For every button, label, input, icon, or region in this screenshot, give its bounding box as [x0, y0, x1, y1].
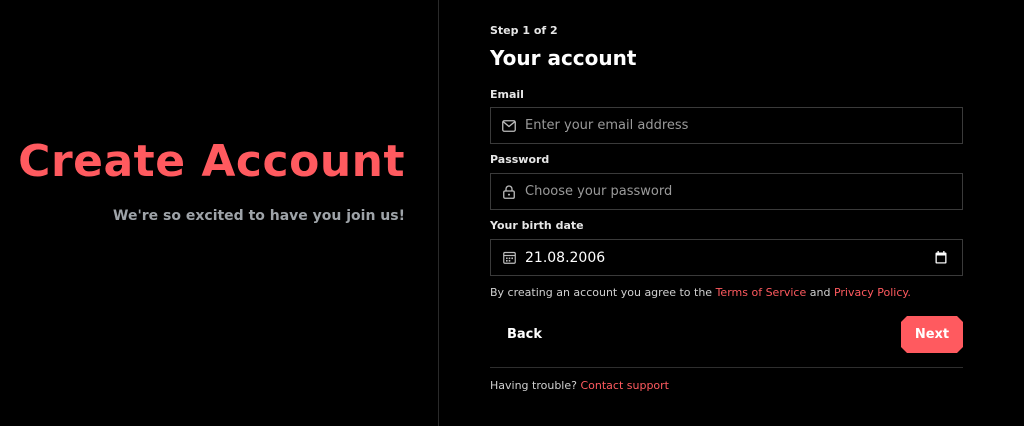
account-form: Step 1 of 2 Your account Email Password [490, 24, 963, 394]
form-panel: Step 1 of 2 Your account Email Password [439, 0, 1024, 426]
contact-support-link[interactable]: Contact support [580, 379, 669, 392]
back-button[interactable]: Back [490, 316, 559, 353]
email-input[interactable] [525, 108, 962, 143]
step-indicator: Step 1 of 2 [490, 24, 558, 37]
form-actions: Back Next [490, 316, 963, 353]
hero-panel: Create Account We're so excited to have … [0, 0, 439, 426]
terms-of-service-link[interactable]: Terms of Service [716, 286, 807, 299]
terms-suffix: . [907, 286, 911, 299]
birth-date-label: Your birth date [490, 219, 584, 232]
hero-title: Create Account [18, 136, 405, 187]
privacy-policy-link[interactable]: Privacy Policy [834, 286, 907, 299]
support-prefix: Having trouble? [490, 379, 581, 392]
email-field [490, 107, 963, 144]
lock-icon [502, 184, 516, 199]
mail-icon [502, 119, 516, 133]
hero-subtitle: We're so excited to have you join us! [113, 208, 405, 224]
terms-notice: By creating an account you agree to the … [490, 285, 963, 301]
calendar-picker-icon[interactable] [934, 251, 948, 265]
form-title: Your account [490, 46, 637, 70]
birth-date-value[interactable]: 21.08.2006 [525, 250, 934, 266]
support-notice: Having trouble? Contact support [490, 378, 963, 394]
next-button[interactable]: Next [901, 316, 963, 353]
email-label: Email [490, 88, 524, 101]
password-field [490, 173, 963, 210]
terms-middle: and [806, 286, 834, 299]
password-input[interactable] [525, 174, 962, 209]
password-label: Password [490, 153, 550, 166]
terms-prefix: By creating an account you agree to the [490, 286, 716, 299]
calendar-icon [502, 251, 516, 265]
birth-date-field[interactable]: 21.08.2006 [490, 239, 963, 276]
signup-page: Create Account We're so excited to have … [0, 0, 1024, 426]
